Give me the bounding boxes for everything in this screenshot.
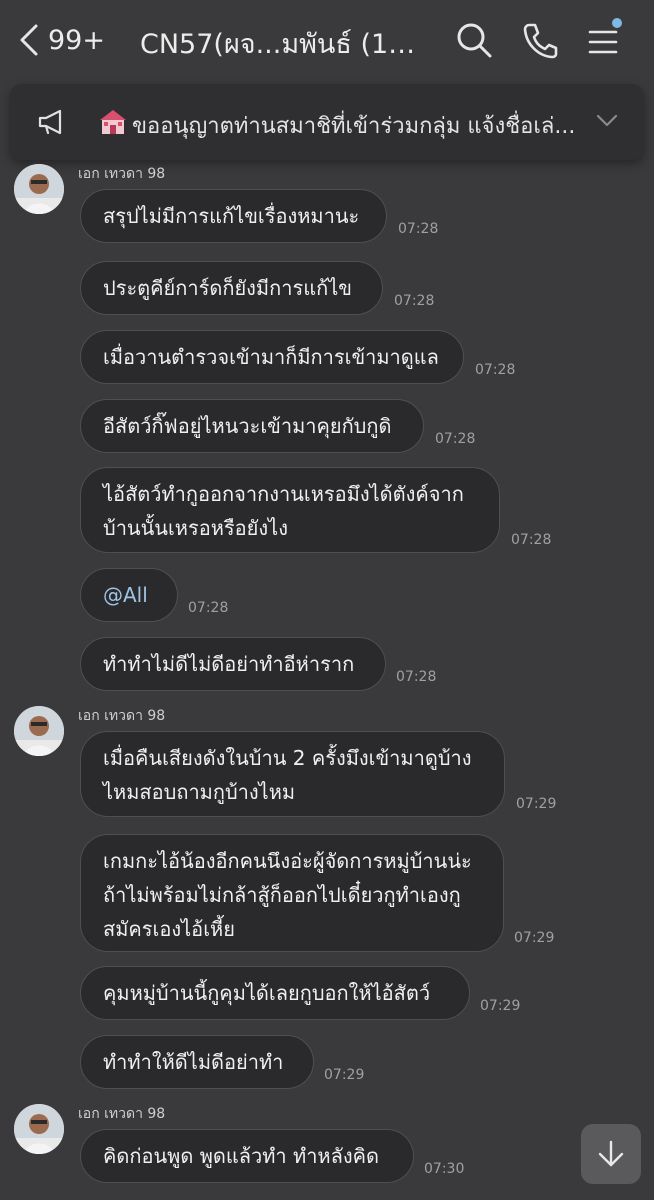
- message-bubble[interactable]: ประตูคีย์การ์ดก็ยังมีการแก้ไข: [80, 261, 383, 315]
- message-time: 07:29: [516, 796, 557, 812]
- message-time: 07:29: [514, 930, 555, 946]
- message-text-line: เกมกะไอ้น้องอีกคนนึงอ่ะผู้จัดการหมู่บ้าน…: [103, 849, 472, 873]
- chat-title: CN57(ผจ...มพันธ์ (117): [140, 29, 430, 60]
- message-bubble[interactable]: คุมหมู่บ้านนี้กูคุมได้เลยกูบอกให้ไอ้สัตว…: [80, 966, 470, 1020]
- message-time: 07:28: [396, 669, 437, 685]
- message-bubble[interactable]: เมื่อคืนเสียงดังในบ้าน 2 ครั้งมึงเข้ามาด…: [80, 731, 505, 817]
- megaphone-icon: [38, 109, 62, 135]
- message-bubble[interactable]: อีสัตว์กิ๊ฟอยู่ไหนวะเข้ามาคุยกับกูดิ: [80, 399, 424, 453]
- sender-name: เอก เทวดา 98: [78, 1106, 166, 1122]
- message-bubble[interactable]: เกมกะไอ้น้องอีกคนนึงอ่ะผู้จัดการหมู่บ้าน…: [80, 834, 504, 952]
- avatar[interactable]: [14, 1104, 64, 1154]
- avatar[interactable]: [14, 706, 64, 756]
- message-time: 07:29: [324, 1067, 365, 1083]
- message-text-line: ถ้าไม่พร้อมไม่กล้าสู้ก็ออกไปเดี๋ยวกูทำเอ…: [103, 883, 461, 907]
- avatar[interactable]: [14, 164, 64, 214]
- message-time: 07:29: [480, 998, 521, 1014]
- message-bubble[interactable]: เมื่อวานตำรวจเข้ามาก็มีการเข้ามาดูแล: [80, 330, 464, 384]
- message-time: 07:28: [394, 293, 435, 309]
- message-time: 07:28: [188, 600, 229, 616]
- message-bubble[interactable]: ทำทำไม่ดีไม่ดีอย่าทำอีห่าราก: [80, 637, 386, 691]
- back-button[interactable]: 99+: [18, 18, 105, 62]
- sender-name: เอก เทวดา 98: [78, 708, 166, 724]
- scroll-to-bottom-button[interactable]: [581, 1124, 641, 1184]
- message-time: 07:28: [398, 221, 439, 237]
- message-text: สรุปไม่มีการแก้ไขเรื่องหมานะ: [103, 204, 360, 228]
- message-text-line: บ้านนั้นเหรอหรือยังไง: [103, 516, 288, 540]
- notification-dot: [612, 18, 622, 28]
- announcement-banner[interactable]: ขออนุญาตท่านสมาชิที่เข้าร่วมกลุ่ม แจ้งชื…: [10, 84, 644, 160]
- message-bubble[interactable]: ไอ้สัตว์ทำกูออกจากงานเหรอมึงได้ตังค์จาก …: [80, 467, 500, 553]
- avatar-image: [14, 1104, 64, 1154]
- chevron-down-icon[interactable]: [596, 114, 618, 128]
- chat-header: 99+ CN57(ผจ...มพันธ์ (117): [0, 0, 654, 80]
- arrow-down-icon: [598, 1140, 624, 1167]
- message-text: ประตูคีย์การ์ดก็ยังมีการแก้ไข: [103, 276, 352, 300]
- avatar-image: [14, 706, 64, 756]
- message-text: คุมหมู่บ้านนี้กูคุมได้เลยกูบอกให้ไอ้สัตว…: [103, 981, 431, 1005]
- message-bubble[interactable]: ทำทำให้ดีไม่ดีอย่าทำ: [80, 1035, 314, 1089]
- message-text: ทำทำให้ดีไม่ดีอย่าทำ: [103, 1050, 284, 1074]
- message-bubble[interactable]: คิดก่อนพูด พูดแล้วทำ ทำหลังคิด: [80, 1129, 414, 1183]
- message-time: 07:28: [435, 431, 476, 447]
- menu-button[interactable]: [582, 18, 626, 62]
- message-text: อีสัตว์กิ๊ฟอยู่ไหนวะเข้ามาคุยกับกูดิ: [103, 414, 392, 438]
- avatar-image: [14, 164, 64, 214]
- search-button[interactable]: [452, 18, 496, 62]
- phone-icon: [523, 23, 558, 59]
- message-time: 07:30: [424, 1161, 465, 1177]
- unread-count: 99+: [48, 24, 105, 56]
- message-text-line: สมัครเองไอ้เหี้ย: [103, 917, 235, 941]
- message-text: ทำทำไม่ดีไม่ดีอย่าทำอีห่าราก: [103, 652, 355, 676]
- message-text-line: เมื่อคืนเสียงดังในบ้าน 2 ครั้งมึงเข้ามาด…: [103, 746, 472, 770]
- call-button[interactable]: [518, 18, 562, 62]
- message-bubble[interactable]: @All: [80, 568, 178, 622]
- message-bubble[interactable]: สรุปไม่มีการแก้ไขเรื่องหมานะ: [80, 189, 387, 243]
- chevron-left-icon: [20, 24, 38, 56]
- message-time: 07:28: [475, 362, 516, 378]
- sender-name: เอก เทวดา 98: [78, 166, 166, 182]
- search-icon: [457, 23, 492, 58]
- message-text-line: ไอ้สัตว์ทำกูออกจากงานเหรอมึงได้ตังค์จาก: [103, 482, 464, 506]
- house-icon: [100, 110, 126, 134]
- message-text: เมื่อวานตำรวจเข้ามาก็มีการเข้ามาดูแล: [103, 345, 439, 369]
- announcement-text: ขออนุญาตท่านสมาชิที่เข้าร่วมกลุ่ม แจ้งชื…: [132, 114, 576, 139]
- mention-link[interactable]: @All: [103, 578, 148, 612]
- message-text: คิดก่อนพูด พูดแล้วทำ ทำหลังคิด: [103, 1144, 379, 1168]
- message-time: 07:28: [511, 532, 552, 548]
- message-text-line: ไหมสอบถามกูบ้างไหม: [103, 780, 296, 804]
